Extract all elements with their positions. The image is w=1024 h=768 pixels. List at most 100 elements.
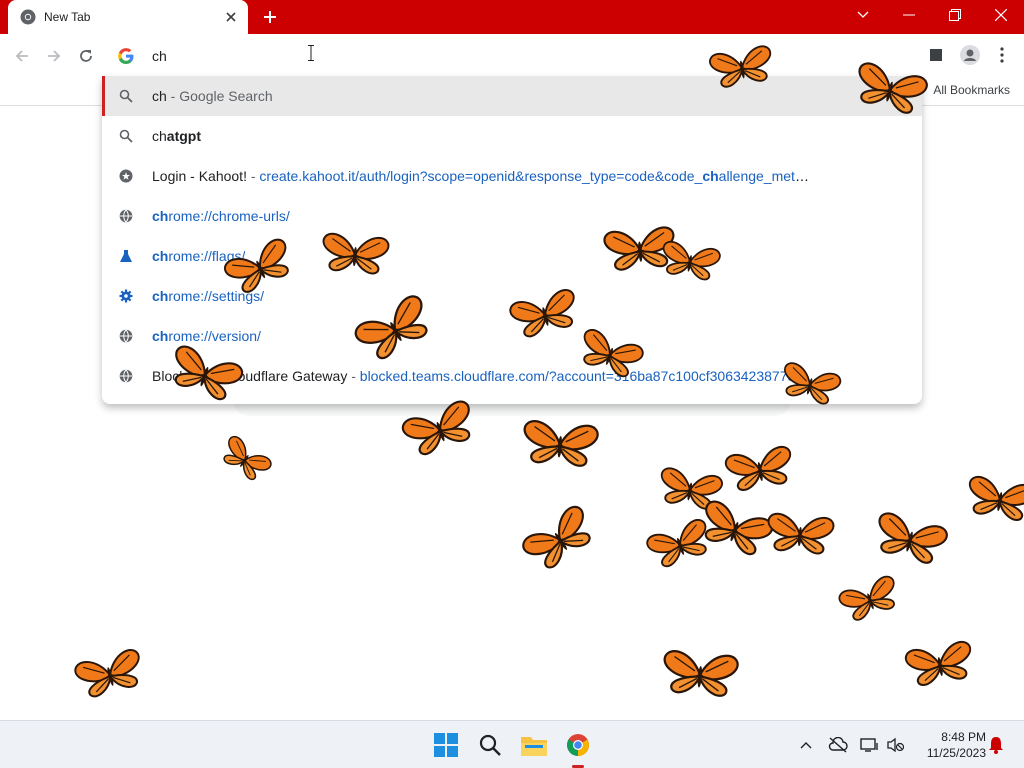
search-taskbar-button[interactable] [474,729,506,761]
suggestion-text: chrome://version/ [152,328,261,344]
start-button[interactable] [430,729,462,761]
suggestion-text: Login - Kahoot! - create.kahoot.it/auth/… [152,168,812,184]
speaker-muted-icon [887,737,905,753]
butterfly-image [870,510,950,568]
all-bookmarks-button[interactable]: All Bookmarks [933,83,1010,97]
suggestion-text-part: rome://version/ [168,328,261,344]
chrome-taskbar-button[interactable] [562,729,594,761]
bell-icon [989,737,1003,754]
bookmark-icon [930,49,942,61]
gear-icon [118,288,134,304]
close-icon [995,9,1007,21]
butterfly-image [520,419,600,469]
taskbar: 8:48 PM 11/25/2023 [0,720,1024,768]
butterfly-image [765,512,836,556]
system-clock[interactable]: 8:48 PM 11/25/2023 [916,729,986,761]
file-explorer-button[interactable] [518,729,550,761]
chevron-up-icon [800,742,812,749]
restore-button[interactable] [932,0,978,30]
close-window-button[interactable] [978,0,1024,30]
search-icon [118,128,134,144]
butterfly-image [216,433,275,486]
suggestion-row[interactable]: chrome://version/ [102,316,922,356]
suggestion-text: chrome://settings/ [152,288,264,304]
suggestion-text-part: ch [152,248,169,264]
clock-time: 8:48 PM [941,730,986,744]
star-icon [118,168,134,184]
restore-icon [949,9,961,21]
tab-title: New Tab [44,10,91,24]
suggestion-row[interactable]: chatgpt [102,116,922,156]
chrome-icon [567,734,589,756]
suggestion-text-part: ch [152,328,169,344]
new-tab-button[interactable] [258,5,282,29]
network-tray-button[interactable] [860,735,880,755]
forward-button[interactable] [40,42,68,70]
tab-close-button[interactable] [222,8,240,26]
omnibox-input[interactable] [152,48,452,64]
suggestion-row[interactable]: Login - Kahoot! - create.kahoot.it/auth/… [102,156,922,196]
globe-icon [118,208,134,224]
chevron-down-icon [857,11,869,18]
tab-new-tab[interactable]: New Tab [8,0,248,34]
clock-date: 11/25/2023 [926,746,986,760]
avatar-icon [960,45,980,65]
onedrive-tray-button[interactable] [828,735,848,755]
suggestion-text-part: create.kahoot.it/auth/login?scope=openid… [259,168,703,184]
tab-search-button[interactable] [840,0,886,30]
butterfly-image [656,466,725,512]
butterfly-image [644,516,716,572]
show-hidden-icons-button[interactable] [796,735,816,755]
suggestion-text: chrome://flags/ [152,248,245,264]
omnibox[interactable] [102,36,922,76]
folder-icon [521,737,547,756]
butterfly-image [518,502,600,576]
suggestion-text: chrome://chrome-urls/ [152,208,290,224]
volume-tray-button[interactable] [886,735,906,755]
windows-icon [434,733,458,757]
suggestion-row[interactable]: Blocked by Cloudflare Gateway - blocked.… [102,356,922,396]
suggestion-text-part: ch [152,128,167,144]
suggestion-text-part: ch [702,168,719,184]
google-icon [118,48,134,64]
suggestion-text-part: - [246,168,260,184]
search-icon [118,88,134,104]
suggestion-text-part: rome://settings/ [168,288,265,304]
suggestion-text: chatgpt [152,128,201,144]
globe-icon [118,368,134,384]
reload-icon [80,50,92,62]
suggestion-text: ch - Google Search [152,88,273,104]
close-icon [226,12,236,22]
butterfly-image [903,639,976,689]
suggestion-text-part: rome://flags/ [168,248,246,264]
plus-icon [264,11,276,23]
butterfly-image [964,474,1024,524]
arrow-right-icon [48,50,61,62]
suggestion-text-part: - Google Search [166,88,273,104]
suggestion-text-part: - [347,368,360,384]
notifications-button[interactable] [986,735,1006,755]
suggestion-row[interactable]: chrome://flags/ [102,236,922,276]
flask-icon [118,248,134,264]
menu-button[interactable] [990,43,1014,67]
chrome-icon [20,9,36,25]
butterfly-image [72,647,147,701]
profile-button[interactable] [958,43,982,67]
suggestion-text-part: allenge_method=S256&redi... [718,168,812,184]
suggestion-text-part: ch [152,88,167,104]
suggestion-text-part: atgpt [166,128,202,144]
minimize-button[interactable] [886,0,932,30]
suggestion-row[interactable]: ch - Google Search [102,76,922,116]
butterfly-image [836,573,903,625]
cloud-off-icon [828,737,848,753]
reload-button[interactable] [72,42,100,70]
butterfly-image [695,497,776,560]
suggestion-row[interactable]: chrome://chrome-urls/ [102,196,922,236]
side-panel-icon[interactable] [924,43,948,67]
back-button[interactable] [8,42,36,70]
suggestion-text-part: ch [152,208,169,224]
suggestion-row[interactable]: chrome://settings/ [102,276,922,316]
suggestion-text-part: Blocked by Cloudflare Gateway [152,368,348,384]
suggestion-text-part: rome://chrome-urls/ [168,208,290,224]
network-icon [860,738,878,752]
